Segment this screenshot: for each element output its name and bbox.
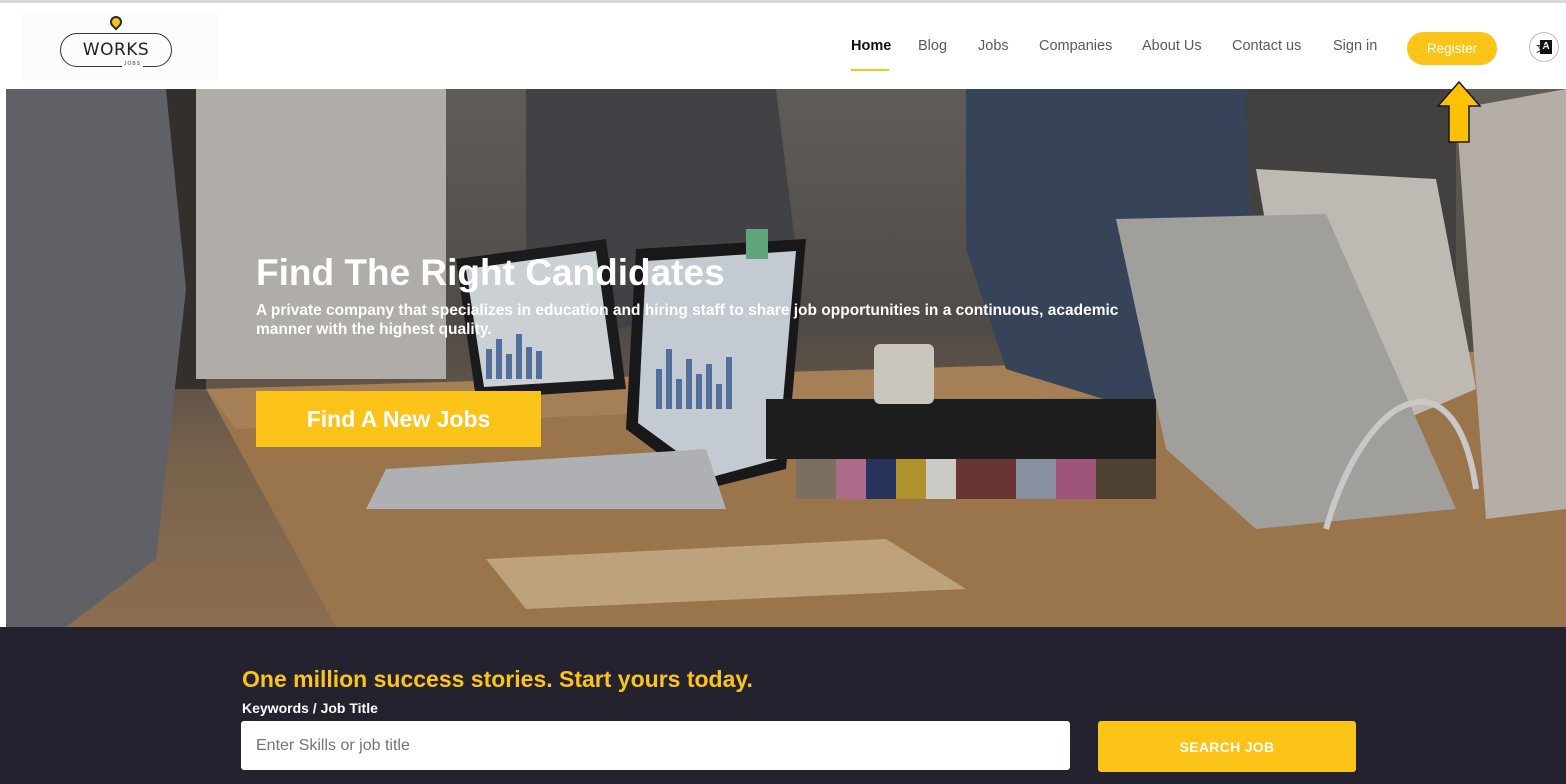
nav-companies[interactable]: Companies	[1039, 38, 1112, 54]
active-nav-indicator	[851, 69, 889, 71]
keywords-label: Keywords / Job Title	[242, 700, 378, 716]
hero-subtitle: A private company that specializes in ed…	[256, 302, 1119, 338]
hero-title: Find The Right Candidates	[256, 252, 725, 293]
nav-contact-us[interactable]: Contact us	[1232, 38, 1301, 54]
keywords-input[interactable]	[241, 721, 1070, 770]
nav-jobs[interactable]: Jobs	[978, 38, 1009, 54]
translate-glyph: 文	[1536, 44, 1546, 55]
annotation-arrow-icon	[1436, 80, 1482, 143]
translate-icon[interactable]: 文A	[1529, 32, 1559, 62]
nav-home[interactable]: Home	[851, 38, 891, 54]
site-header: WORKS JOBS Home Blog Jobs Companies Abou…	[0, 3, 1566, 89]
main-nav: Home Blog Jobs Companies About Us Contac…	[0, 3, 1566, 89]
search-job-button[interactable]: SEARCH JOB	[1098, 721, 1356, 772]
page: WORKS JOBS Home Blog Jobs Companies Abou…	[0, 0, 1566, 784]
search-section: One million success stories. Start yours…	[0, 627, 1566, 784]
hero-banner: Find The Right Candidates A private comp…	[6, 89, 1566, 627]
find-new-jobs-button[interactable]: Find A New Jobs	[256, 391, 541, 447]
nav-about-us[interactable]: About Us	[1142, 38, 1202, 54]
nav-blog[interactable]: Blog	[918, 38, 947, 54]
hero-background-image	[6, 89, 1566, 627]
search-heading: One million success stories. Start yours…	[242, 666, 753, 692]
nav-sign-in[interactable]: Sign in	[1333, 38, 1377, 54]
register-button[interactable]: Register	[1407, 32, 1497, 65]
